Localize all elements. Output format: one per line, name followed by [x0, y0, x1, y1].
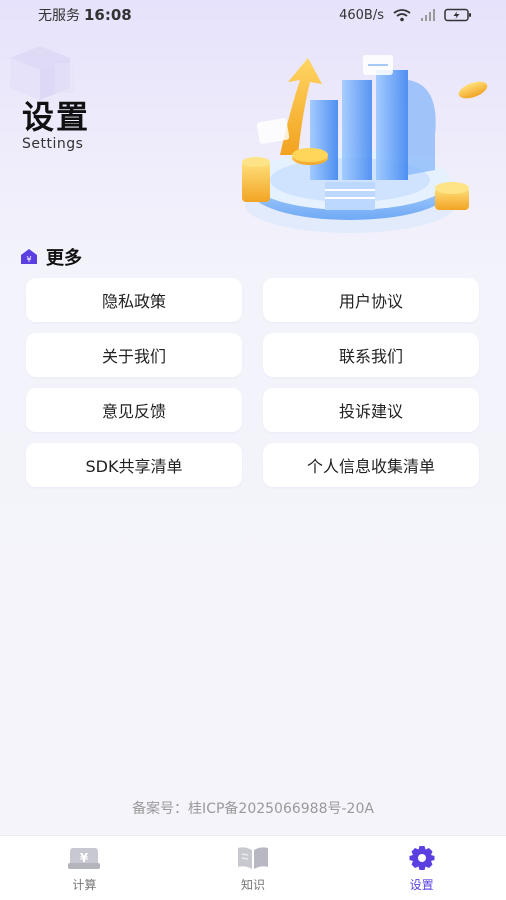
status-left: 无服务 16:08 — [38, 5, 132, 25]
svg-text:¥: ¥ — [80, 851, 89, 865]
svg-text:¥: ¥ — [26, 255, 31, 264]
privacy-policy-button[interactable]: 隐私政策 — [26, 278, 242, 322]
feedback-button[interactable]: 意见反馈 — [26, 388, 242, 432]
carrier-text: 无服务 — [38, 8, 80, 24]
status-right: 460B/s — [339, 8, 472, 23]
gear-icon — [409, 846, 435, 870]
tab-calculate[interactable]: ¥ 计算 — [0, 836, 169, 900]
status-bar: 无服务 16:08 460B/s — [0, 0, 506, 30]
yen-house-icon: ¥ — [21, 249, 37, 264]
section-header: ¥ 更多 — [20, 244, 82, 270]
page-subtitle: Settings — [22, 136, 84, 152]
personal-info-list-button[interactable]: 个人信息收集清单 — [263, 443, 479, 487]
section-title: 更多 — [46, 248, 82, 269]
wifi-icon — [393, 9, 411, 22]
status-time: 16:08 — [84, 6, 132, 24]
page-title: 设置 — [22, 98, 91, 136]
complaint-button[interactable]: 投诉建议 — [263, 388, 479, 432]
tab-knowledge[interactable]: 知识 — [169, 836, 338, 900]
bottom-tabbar: ¥ 计算 知识 设置 — [0, 835, 506, 900]
sdk-sharing-list-button[interactable]: SDK共享清单 — [26, 443, 242, 487]
network-speed: 460B/s — [339, 7, 384, 23]
finance-chart-illustration — [242, 55, 488, 233]
tab-settings[interactable]: 设置 — [337, 836, 506, 900]
battery-icon — [444, 8, 471, 22]
tab-label: 计算 — [72, 878, 97, 892]
user-agreement-button[interactable]: 用户协议 — [263, 278, 479, 322]
icp-record: 备案号：桂ICP备2025066988号-20A — [132, 801, 374, 817]
book-icon — [238, 847, 268, 869]
contact-us-button[interactable]: 联系我们 — [263, 333, 479, 377]
settings-grid: 隐私政策 用户协议 关于我们 联系我们 意见反馈 投诉建议 SDK共享清单 个人… — [26, 278, 480, 487]
tab-label: 知识 — [241, 878, 266, 892]
about-us-button[interactable]: 关于我们 — [26, 333, 242, 377]
tab-label: 设置 — [409, 878, 434, 892]
signal-icon — [421, 9, 435, 21]
calculator-icon: ¥ — [68, 848, 101, 869]
